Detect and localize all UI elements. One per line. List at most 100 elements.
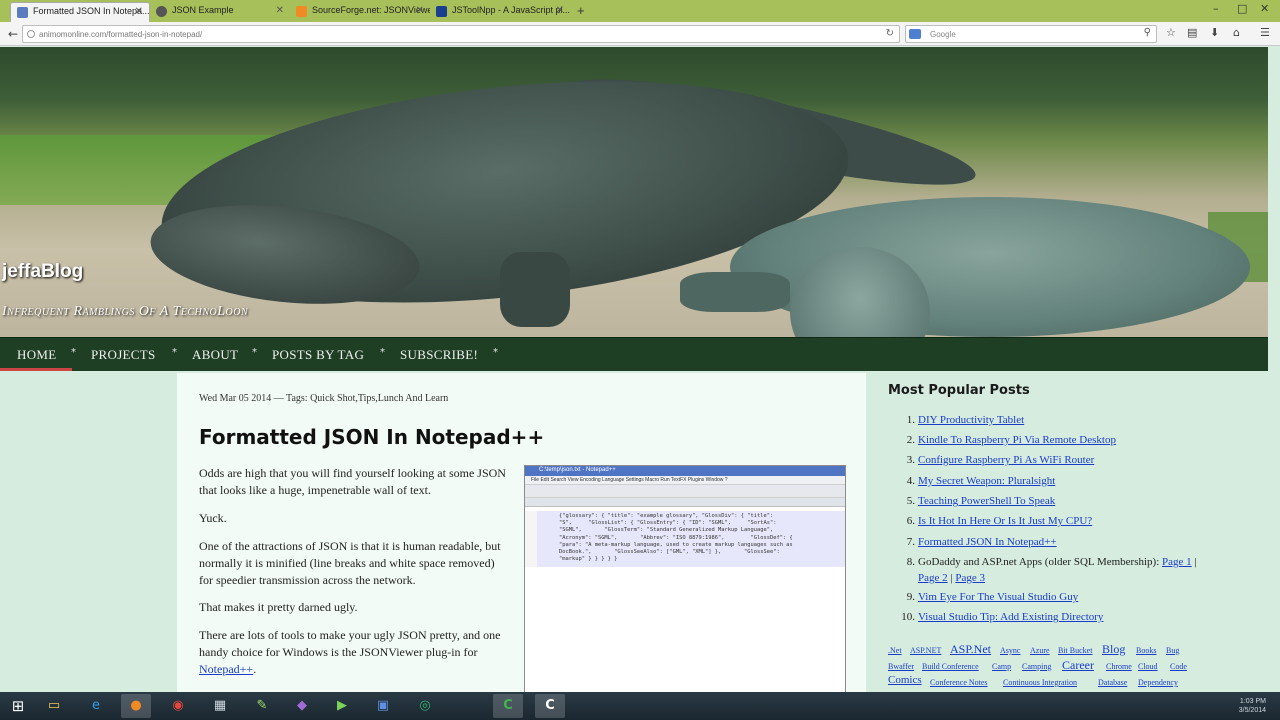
back-arrow-icon[interactable]: ←	[4, 25, 22, 43]
media-player-icon[interactable]: ▶	[327, 694, 357, 718]
bookmark-star-icon[interactable]: ☆	[1166, 26, 1176, 39]
globe-icon	[27, 30, 35, 38]
file-explorer-icon[interactable]: ▭	[39, 694, 69, 718]
tag-link[interactable]: Continuous Integration	[1003, 678, 1077, 687]
camtasia-studio-icon[interactable]: C	[535, 694, 565, 718]
minimize-icon[interactable]: –	[1213, 2, 1219, 15]
calculator-icon[interactable]: ▦	[205, 694, 235, 718]
search-icon[interactable]: ⚲	[1144, 27, 1151, 38]
page-3-link[interactable]: Page 3	[955, 572, 985, 584]
popular-post-link[interactable]: DIY Productivity Tablet	[918, 414, 1024, 426]
close-window-icon[interactable]: ✕	[1260, 2, 1269, 15]
tag-link[interactable]: Bit Bucket	[1058, 646, 1092, 655]
post-meta: Wed Mar 05 2014 — Tags: Quick Shot,Tips,…	[199, 393, 449, 404]
popular-post-link[interactable]: Vim Eye For The Visual Studio Guy	[918, 591, 1078, 603]
tag-link[interactable]: ASP.NET	[910, 646, 941, 655]
notepad-icon[interactable]: ✎	[247, 694, 277, 718]
screenshot-toolbar	[525, 485, 845, 498]
bookmarks-list-icon[interactable]: ▤	[1187, 26, 1197, 39]
page-2-link[interactable]: Page 2	[918, 572, 948, 584]
tag-link[interactable]: Career	[1062, 658, 1094, 673]
clock-time: 1:03 PM	[1239, 698, 1266, 705]
visual-studio-icon[interactable]: ◆	[287, 694, 317, 718]
site-tagline: Infrequent Ramblings Of A TechnoLoon	[2, 304, 249, 319]
popular-post-link[interactable]: Is It Hot In Here Or Is It Just My CPU?	[918, 515, 1092, 527]
tag-link[interactable]: Cloud	[1138, 662, 1158, 671]
tag-link[interactable]: Camp	[992, 662, 1011, 671]
post-paragraph: Yuck.	[199, 511, 227, 525]
reload-icon[interactable]: ↻	[886, 28, 894, 39]
search-bar[interactable]: Google ⚲	[905, 25, 1157, 43]
nav-about[interactable]: ABOUT	[192, 347, 238, 363]
notepad-plus-plus-link[interactable]: Notepad++	[199, 662, 253, 676]
page-1-link[interactable]: Page 1	[1162, 556, 1192, 568]
camtasia-recorder-icon[interactable]: C	[493, 694, 523, 718]
tag-link[interactable]: Build Conference	[922, 662, 979, 671]
site-title[interactable]: jeffaBlog	[2, 261, 83, 283]
maximize-icon[interactable]: □	[1237, 2, 1247, 15]
tab-formatted-json[interactable]: Formatted JSON In Notepa... ✕	[10, 2, 150, 22]
tag-link[interactable]: Blog	[1102, 642, 1125, 657]
tab-sourceforge[interactable]: SourceForge.net: JSONViewer ... ✕	[290, 2, 430, 22]
popular-post-link[interactable]: Teaching PowerShell To Speak	[918, 495, 1055, 507]
nav-separator: *	[172, 347, 177, 358]
tag-link[interactable]: ASP.Net	[950, 642, 991, 657]
home-icon[interactable]: ⌂	[1233, 26, 1240, 39]
popular-post-item: 4. My Secret Weapon: Pluralsight	[898, 473, 1218, 489]
nav-separator: *	[71, 347, 76, 358]
tag-link[interactable]: Conference Notes	[930, 678, 988, 687]
tag-link[interactable]: Books	[1136, 646, 1156, 655]
popular-post-link[interactable]: Formatted JSON In Notepad++	[918, 536, 1057, 548]
post-paragraph: There are lots of tools to make your ugl…	[199, 627, 509, 678]
chrome-icon[interactable]: ◉	[163, 694, 193, 718]
tab-favicon	[436, 6, 447, 17]
remote-desktop-icon[interactable]: ▣	[368, 694, 398, 718]
new-tab-icon[interactable]: +	[577, 3, 585, 18]
tag-link[interactable]: Azure	[1030, 646, 1050, 655]
tab-label: Formatted JSON In Notepa...	[33, 6, 150, 16]
tag-link[interactable]: Bug	[1166, 646, 1179, 655]
tab-close-icon[interactable]: ✕	[276, 5, 284, 16]
tag-link[interactable]: Async	[1000, 646, 1020, 655]
item-number: 9.	[906, 591, 915, 603]
url-bar[interactable]: animomonline.com/formatted-json-in-notep…	[22, 25, 900, 43]
tab-jstoolnpp[interactable]: JSToolNpp - A JavaScript pl... ✕	[430, 2, 570, 22]
nav-posts-by-tag[interactable]: POSTS BY TAG	[272, 347, 364, 363]
popular-post-link[interactable]: My Secret Weapon: Pluralsight	[918, 475, 1055, 487]
main-nav: HOME * PROJECTS * ABOUT * POSTS BY TAG *…	[0, 337, 1268, 371]
post-title: Formatted JSON In Notepad++	[199, 425, 545, 449]
menu-icon[interactable]: ☰	[1260, 26, 1270, 39]
nav-subscribe[interactable]: SUBSCRIBE!	[400, 347, 478, 363]
downloads-icon[interactable]: ⬇	[1210, 26, 1219, 39]
popular-post-item: 8. GoDaddy and ASP.net Apps (older SQL Me…	[898, 554, 1218, 586]
item-number: 8.	[906, 556, 915, 568]
tag-link[interactable]: Database	[1098, 678, 1127, 687]
tab-close-icon[interactable]: ✕	[135, 6, 143, 17]
popular-post-link[interactable]: Kindle To Raspberry Pi Via Remote Deskto…	[918, 434, 1116, 446]
tag-link[interactable]: Dependency	[1138, 678, 1178, 687]
tab-json-example[interactable]: JSON Example ✕	[150, 2, 290, 22]
start-icon[interactable]: ⊞	[3, 694, 33, 718]
popular-post-link[interactable]: Configure Raspberry Pi As WiFi Router	[918, 454, 1094, 466]
tab-close-icon[interactable]: ✕	[416, 5, 424, 16]
tag-link[interactable]: Bwaffer	[888, 662, 914, 671]
nav-projects[interactable]: PROJECTS	[91, 347, 156, 363]
item-number: 3.	[906, 454, 915, 466]
popular-post-link[interactable]: Visual Studio Tip: Add Existing Director…	[918, 611, 1103, 623]
tag-link[interactable]: .Net	[888, 646, 902, 655]
tag-link[interactable]: Chrome	[1106, 662, 1132, 671]
camtasia-icon[interactable]: ◎	[410, 694, 440, 718]
system-clock[interactable]: 1:03 PM 3/5/2014	[1239, 697, 1266, 715]
tab-favicon	[17, 7, 28, 18]
url-text: animomonline.com/formatted-json-in-notep…	[39, 30, 203, 39]
tab-close-icon[interactable]: ✕	[556, 5, 564, 16]
post-paragraph: One of the attractions of JSON is that i…	[199, 539, 501, 587]
popular-post-item: 1. DIY Productivity Tablet	[898, 412, 1218, 428]
tag-link[interactable]: Code	[1170, 662, 1187, 671]
firefox-icon[interactable]: ●	[121, 694, 151, 718]
nav-home[interactable]: HOME	[17, 347, 56, 363]
tag-link[interactable]: Comics	[888, 674, 922, 686]
nav-separator: *	[252, 347, 257, 358]
tag-link[interactable]: Camping	[1022, 662, 1051, 671]
internet-explorer-icon[interactable]: e	[81, 694, 111, 718]
